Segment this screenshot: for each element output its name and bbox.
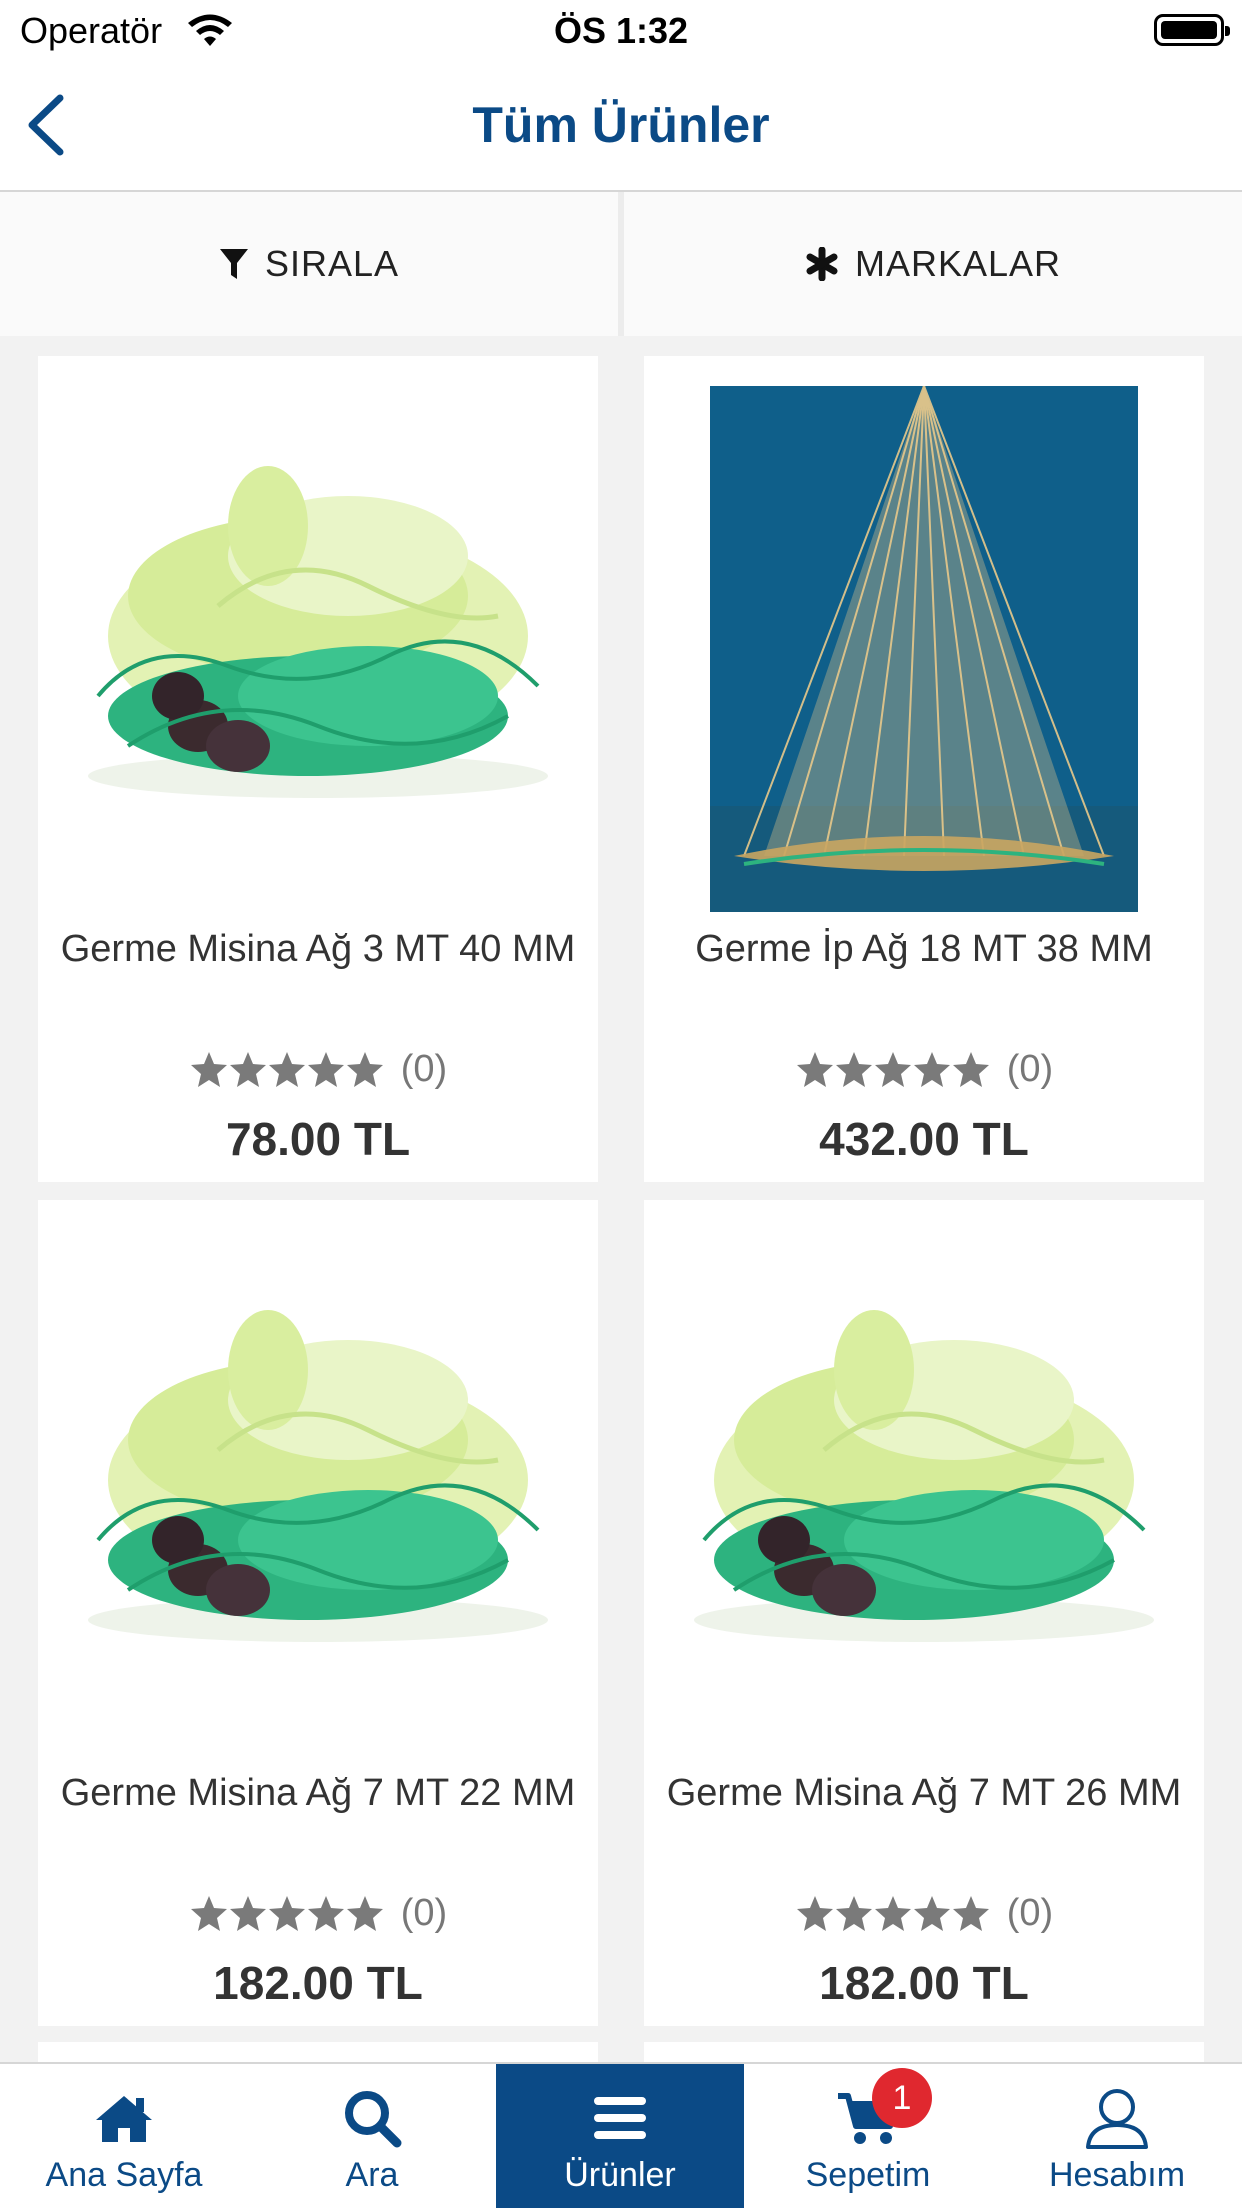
product-rating: (0) bbox=[38, 1892, 598, 1935]
product-card[interactable] bbox=[38, 2042, 598, 2062]
user-icon bbox=[1084, 2084, 1150, 2152]
product-card[interactable]: Germe İp Ağ 18 MT 38 MM (0) 432.00 TL bbox=[644, 356, 1204, 1182]
product-rating: (0) bbox=[38, 1048, 598, 1091]
battery-icon bbox=[1154, 14, 1230, 46]
product-rating: (0) bbox=[644, 1048, 1204, 1091]
tab-products[interactable]: Ürünler bbox=[496, 2064, 744, 2208]
product-card[interactable]: Germe Misina Ağ 7 MT 26 MM (0) 182.00 TL bbox=[644, 1200, 1204, 2026]
tab-search-label: Ara bbox=[345, 2156, 399, 2194]
product-card[interactable] bbox=[644, 2042, 1204, 2062]
rating-count: (0) bbox=[400, 1892, 448, 1934]
product-name: Germe Misina Ağ 7 MT 26 MM bbox=[666, 1772, 1182, 1814]
brands-button[interactable]: MARKALAR bbox=[624, 192, 1242, 336]
product-image bbox=[674, 1230, 1174, 1756]
product-price: 78.00 TL bbox=[225, 1113, 411, 1165]
cart-icon: 1 bbox=[836, 2068, 932, 2152]
asterisk-icon bbox=[805, 247, 839, 281]
product-price: 432.00 TL bbox=[819, 1113, 1029, 1165]
rating-count: (0) bbox=[1006, 1048, 1054, 1090]
product-image bbox=[68, 1230, 568, 1756]
tab-cart[interactable]: 1 Sepetim bbox=[744, 2064, 992, 2208]
search-icon bbox=[342, 2084, 402, 2152]
tab-account[interactable]: Hesabım bbox=[992, 2064, 1242, 2208]
product-name: Germe İp Ağ 18 MT 38 MM bbox=[695, 928, 1153, 970]
star-rating-icon bbox=[795, 1050, 991, 1090]
sort-button[interactable]: SIRALA bbox=[0, 192, 618, 336]
brands-label: MARKALAR bbox=[854, 243, 1062, 284]
navigation-bar: Tüm Ürünler bbox=[0, 62, 1242, 192]
star-rating-icon bbox=[795, 1894, 991, 1934]
star-rating-icon bbox=[189, 1050, 385, 1090]
product-rating: (0) bbox=[644, 1892, 1204, 1935]
product-grid: Germe Misina Ağ 3 MT 40 MM (0) 78.00 TL bbox=[0, 336, 1242, 2062]
status-time: ÖS 1:32 bbox=[553, 10, 689, 51]
product-card[interactable]: Germe Misina Ağ 3 MT 40 MM (0) 78.00 TL bbox=[38, 356, 598, 1182]
product-image bbox=[68, 386, 568, 912]
product-card[interactable]: Germe Misina Ağ 7 MT 22 MM (0) 182.00 TL bbox=[38, 1200, 598, 2026]
tab-account-label: Hesabım bbox=[1048, 2156, 1186, 2194]
filter-bar: SIRALA MARKALAR bbox=[0, 192, 1242, 336]
product-price: 182.00 TL bbox=[213, 1957, 423, 2009]
cart-count-badge: 1 bbox=[872, 2068, 932, 2128]
product-price: 182.00 TL bbox=[819, 1957, 1029, 2009]
filter-icon bbox=[219, 247, 249, 281]
menu-icon bbox=[592, 2084, 648, 2152]
rating-count: (0) bbox=[1006, 1892, 1054, 1934]
tab-bar: Ana Sayfa Ara Ürünler 1 Sepetim Hesabım bbox=[0, 2062, 1242, 2208]
product-name: Germe Misina Ağ 3 MT 40 MM bbox=[60, 928, 576, 970]
status-bar: Operatör ÖS 1:32 bbox=[0, 0, 1242, 62]
tab-products-label: Ürünler bbox=[564, 2156, 676, 2194]
page-title: Tüm Ürünler bbox=[472, 97, 770, 153]
tab-search[interactable]: Ara bbox=[248, 2064, 496, 2208]
product-image bbox=[674, 386, 1174, 912]
tab-home-label: Ana Sayfa bbox=[45, 2156, 203, 2194]
sort-label: SIRALA bbox=[264, 243, 400, 284]
product-name: Germe Misina Ağ 7 MT 22 MM bbox=[60, 1772, 576, 1814]
tab-cart-label: Sepetim bbox=[805, 2156, 931, 2194]
tab-home[interactable]: Ana Sayfa bbox=[0, 2064, 248, 2208]
home-icon bbox=[94, 2084, 154, 2152]
star-rating-icon bbox=[189, 1894, 385, 1934]
rating-count: (0) bbox=[400, 1048, 448, 1090]
